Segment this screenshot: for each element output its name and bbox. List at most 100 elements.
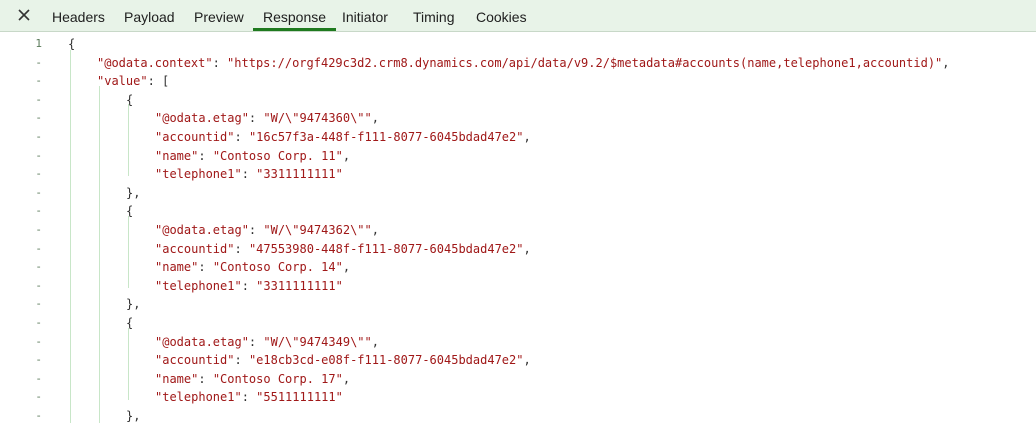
tab-preview[interactable]: Preview	[194, 0, 244, 31]
json-key: "name"	[155, 371, 199, 386]
tab-payload[interactable]: Payload	[124, 0, 175, 31]
code-text: "name": "Contoso Corp. 14",	[155, 258, 350, 276]
json-punctuation: },	[126, 185, 141, 200]
json-string: "3311111111"	[256, 278, 343, 293]
line-number: -	[35, 148, 42, 162]
code-text: "@odata.context": "https://orgf429c3d2.c…	[97, 54, 950, 72]
json-punctuation: :	[241, 390, 257, 405]
line-number: -	[35, 260, 42, 274]
line-number: -	[35, 92, 42, 106]
json-key: "@odata.etag"	[155, 334, 249, 349]
json-punctuation: ,	[342, 260, 351, 275]
json-punctuation: ,	[371, 223, 379, 237]
json-punctuation: :	[198, 148, 213, 163]
json-punctuation: :	[234, 353, 249, 368]
code-text: "accountid": "16c57f3a-448f-f111-8077-60…	[155, 128, 531, 146]
code-line: -},	[0, 295, 1036, 313]
json-punctuation: :	[248, 223, 264, 237]
json-string: "W/\"9474362\""	[263, 223, 372, 237]
json-punctuation: :	[241, 278, 257, 293]
json-key: "@odata.etag"	[155, 111, 249, 126]
code-line: - "@odata.etag": "W/\"9474360\"",	[0, 109, 1036, 127]
tab-initiator[interactable]: Initiator	[342, 0, 388, 31]
json-punctuation: :	[198, 260, 213, 275]
line-number: -	[35, 316, 42, 329]
code-text: "accountid": "47553980-448f-f111-8077-60…	[155, 240, 531, 258]
line-number: -	[35, 74, 42, 88]
code-line: - "name": "Contoso Corp. 17",	[0, 370, 1036, 388]
line-number: -	[35, 371, 42, 385]
line-number: -	[35, 204, 42, 218]
json-string: "Contoso Corp. 14"	[212, 260, 343, 275]
json-string: "16c57f3a-448f-f111-8077-6045bdad47e2"	[248, 130, 524, 144]
json-punctuation: ,	[523, 353, 531, 368]
code-line: -},	[0, 407, 1036, 425]
line-number: -	[35, 297, 42, 311]
json-punctuation: {	[126, 316, 134, 330]
code-text: {	[68, 35, 75, 53]
json-punctuation: ,	[371, 111, 379, 126]
json-punctuation: ,	[342, 148, 351, 163]
json-punctuation: ,	[523, 130, 531, 144]
line-number: -	[35, 130, 42, 143]
code-text: "telephone1": "5511111111"	[155, 388, 343, 406]
json-string: "Contoso Corp. 11"	[212, 148, 343, 163]
line-number: -	[35, 334, 42, 348]
code-text: "telephone1": "3311111111"	[155, 277, 343, 295]
code-text: "value": [	[97, 72, 169, 90]
json-key: "@odata.etag"	[155, 223, 249, 237]
code-text: "@odata.etag": "W/\"9474362\"",	[155, 221, 379, 239]
json-key: "name"	[155, 260, 199, 275]
response-body[interactable]: 1{- "@odata.context": "https://orgf429c3d…	[0, 32, 1036, 423]
code-line: - "name": "Contoso Corp. 11",	[0, 147, 1036, 165]
code-text: "@odata.etag": "W/\"9474360\"",	[155, 109, 379, 127]
line-number: -	[35, 185, 42, 199]
code-text: "accountid": "e18cb3cd-e08f-f111-8077-60…	[155, 351, 531, 369]
json-string: "47553980-448f-f111-8077-6045bdad47e2"	[248, 241, 524, 256]
code-line: - "@odata.context": "https://orgf429c3d2.…	[0, 54, 1036, 72]
line-number: -	[35, 353, 42, 367]
json-string: "W/\"9474349\""	[263, 334, 372, 349]
tab-cookies[interactable]: Cookies	[476, 0, 527, 31]
json-punctuation: :	[212, 55, 228, 70]
code-text: "name": "Contoso Corp. 11",	[155, 147, 350, 165]
code-text: {	[126, 202, 133, 220]
line-number: -	[35, 409, 42, 422]
json-string: "Contoso Corp. 17"	[212, 371, 343, 386]
json-punctuation: ,	[342, 371, 351, 386]
code-text: {	[126, 314, 133, 332]
line-number: -	[35, 167, 42, 181]
code-text: },	[126, 295, 140, 313]
code-text: "@odata.etag": "W/\"9474349\"",	[155, 333, 379, 351]
tab-response[interactable]: Response	[253, 0, 337, 31]
code-text: {	[126, 91, 133, 109]
code-line: -{	[0, 314, 1036, 332]
json-punctuation: },	[126, 297, 141, 312]
code-line: - "@odata.etag": "W/\"9474349\"",	[0, 333, 1036, 351]
json-punctuation: :	[241, 167, 257, 182]
tab-timing[interactable]: Timing	[413, 0, 455, 31]
line-number: -	[35, 55, 42, 69]
json-punctuation: ,	[942, 55, 950, 70]
code-line: - "accountid": "16c57f3a-448f-f111-8077-6…	[0, 128, 1036, 146]
json-key: "telephone1"	[155, 167, 242, 182]
json-punctuation: {	[68, 37, 76, 51]
line-number: -	[35, 111, 42, 125]
json-punctuation: :	[234, 130, 249, 144]
json-string: "5511111111"	[256, 390, 343, 405]
json-key: "telephone1"	[155, 278, 242, 293]
code-line: -},	[0, 184, 1036, 202]
devtools-tabbar: Headers Payload Preview Response Initiat…	[0, 0, 1036, 32]
code-line: - "telephone1": "5511111111"	[0, 388, 1036, 406]
code-text: },	[126, 407, 140, 425]
json-punctuation: : [	[147, 74, 170, 89]
tab-headers[interactable]: Headers	[52, 0, 105, 31]
json-key: "accountid"	[155, 130, 235, 144]
json-key: "value"	[97, 74, 148, 89]
json-punctuation: },	[126, 409, 141, 423]
code-line: - "telephone1": "3311111111"	[0, 277, 1036, 295]
close-icon[interactable]	[14, 5, 34, 25]
json-punctuation: ,	[523, 241, 531, 256]
json-key: "@odata.context"	[97, 55, 213, 70]
line-number: -	[35, 223, 42, 236]
